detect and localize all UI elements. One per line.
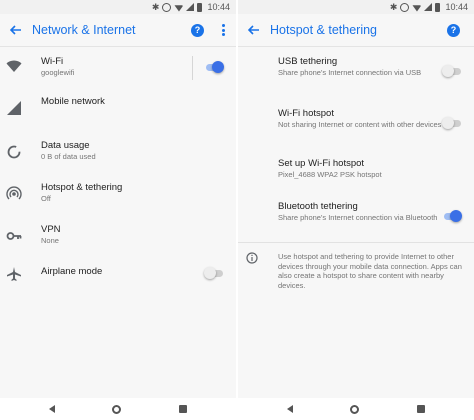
setting-title: Wi-Fi hotspot	[278, 108, 334, 119]
setting-row-setup-wifi-hotspot[interactable]: Set up Wi-Fi hotspot Pixel_4688 WPA2 PSK…	[238, 158, 474, 184]
battery-icon	[435, 2, 441, 12]
setting-subtitle: googlewifi	[41, 68, 75, 77]
row-divider	[192, 56, 193, 80]
airplane-icon	[7, 267, 21, 281]
toggle-thumb	[204, 267, 216, 279]
help-icon: ?	[194, 25, 201, 35]
cell-signal-icon	[186, 3, 195, 11]
setting-title: Bluetooth tethering	[278, 201, 358, 212]
nav-recents-icon[interactable]	[179, 405, 188, 413]
help-icon: ?	[450, 25, 457, 35]
setting-title: Data usage	[41, 140, 90, 151]
setting-subtitle: Share phone's Internet connection via US…	[278, 68, 422, 77]
hotspot-tethering-screen: ✱ 10:44 Hotspot & tethering ? USB tether…	[238, 0, 474, 420]
mobile-signal-icon	[7, 101, 21, 115]
wifi-status-icon	[174, 5, 184, 12]
setting-title: VPN	[41, 224, 61, 235]
nav-home-icon[interactable]	[112, 404, 122, 414]
back-arrow-icon	[248, 25, 259, 35]
setting-row-hotspot[interactable]: Hotspot & tethering Off	[0, 182, 236, 212]
wifi-hotspot-toggle[interactable]	[442, 116, 462, 130]
overflow-dot	[221, 24, 225, 27]
setting-title: Airplane mode	[41, 266, 103, 277]
setting-row-mobile-network[interactable]: Mobile network	[0, 96, 236, 126]
info-text: Use hotspot and tethering to provide Int…	[278, 252, 462, 290]
setting-subtitle: Not sharing Internet or content with oth…	[278, 120, 442, 129]
usb-tethering-toggle[interactable]	[442, 64, 462, 78]
status-time: 10:44	[445, 2, 468, 12]
setting-row-vpn[interactable]: VPN None	[0, 224, 236, 254]
setting-row-usb-tethering[interactable]: USB tethering Share phone's Internet con…	[238, 56, 474, 90]
setting-row-wifi[interactable]: Wi-Fi googlewifi	[0, 56, 236, 90]
toggle-thumb	[442, 65, 454, 77]
back-button[interactable]	[0, 14, 32, 47]
toggle-thumb	[450, 210, 462, 222]
bluetooth-tethering-toggle[interactable]	[442, 209, 462, 223]
info-icon	[246, 252, 258, 264]
wifi-status-icon	[412, 5, 422, 12]
battery-icon	[197, 2, 203, 12]
bluetooth-status-icon: ✱	[389, 1, 398, 12]
navigation-bar	[238, 398, 474, 420]
airplane-mode-toggle[interactable]	[204, 266, 224, 280]
overflow-dot	[221, 33, 225, 36]
setting-subtitle: Off	[41, 194, 51, 203]
section-divider	[238, 242, 474, 243]
setting-subtitle: Pixel_4688 WPA2 PSK hotspot	[278, 170, 382, 179]
overflow-menu-button[interactable]	[218, 23, 228, 37]
status-bar: ✱ 10:44	[0, 0, 236, 14]
wifi-icon	[6, 60, 22, 72]
setting-title: USB tethering	[278, 56, 338, 67]
app-bar: Network & Internet ?	[0, 14, 236, 47]
dnd-status-icon	[162, 2, 172, 12]
setting-subtitle: None	[41, 236, 59, 245]
nav-home-icon[interactable]	[350, 404, 360, 414]
wifi-toggle[interactable]	[204, 60, 224, 74]
setting-title: Set up Wi-Fi hotspot	[278, 158, 365, 169]
status-bar: ✱ 10:44	[238, 0, 474, 14]
navigation-bar	[0, 398, 236, 420]
setting-row-data-usage[interactable]: Data usage 0 B of data used	[0, 140, 236, 170]
bluetooth-status-icon: ✱	[151, 1, 160, 12]
page-title: Network & Internet	[32, 23, 136, 37]
info-footer: Use hotspot and tethering to provide Int…	[238, 252, 474, 296]
dnd-status-icon	[400, 2, 410, 12]
nav-back-icon[interactable]	[286, 405, 293, 413]
back-button[interactable]	[238, 14, 270, 47]
nav-back-icon[interactable]	[48, 405, 55, 413]
setting-subtitle: Share phone's Internet connection via Bl…	[278, 213, 438, 222]
toggle-thumb	[212, 61, 224, 73]
app-bar: Hotspot & tethering ?	[238, 14, 474, 47]
overflow-dot	[221, 28, 225, 32]
data-usage-icon	[7, 145, 21, 159]
setting-row-bluetooth-tethering[interactable]: Bluetooth tethering Share phone's Intern…	[238, 201, 474, 235]
setting-row-wifi-hotspot[interactable]: Wi-Fi hotspot Not sharing Internet or co…	[238, 108, 474, 142]
help-button[interactable]: ?	[191, 23, 204, 37]
setting-title: Mobile network	[41, 96, 105, 107]
cell-signal-icon	[424, 3, 433, 11]
setting-subtitle: 0 B of data used	[41, 152, 96, 161]
setting-row-airplane-mode[interactable]: Airplane mode	[0, 266, 236, 294]
nav-recents-icon[interactable]	[417, 405, 426, 413]
setting-title: Hotspot & tethering	[41, 182, 123, 193]
setting-title: Wi-Fi	[41, 56, 64, 67]
network-internet-screen: ✱ 10:44 Network & Internet ? Wi-Fi googl…	[0, 0, 236, 420]
back-arrow-icon	[10, 25, 21, 35]
hotspot-icon	[6, 186, 22, 200]
toggle-thumb	[442, 117, 454, 129]
status-time: 10:44	[207, 2, 230, 12]
help-button[interactable]: ?	[447, 23, 460, 37]
vpn-key-icon	[6, 232, 22, 240]
page-title: Hotspot & tethering	[270, 23, 378, 37]
